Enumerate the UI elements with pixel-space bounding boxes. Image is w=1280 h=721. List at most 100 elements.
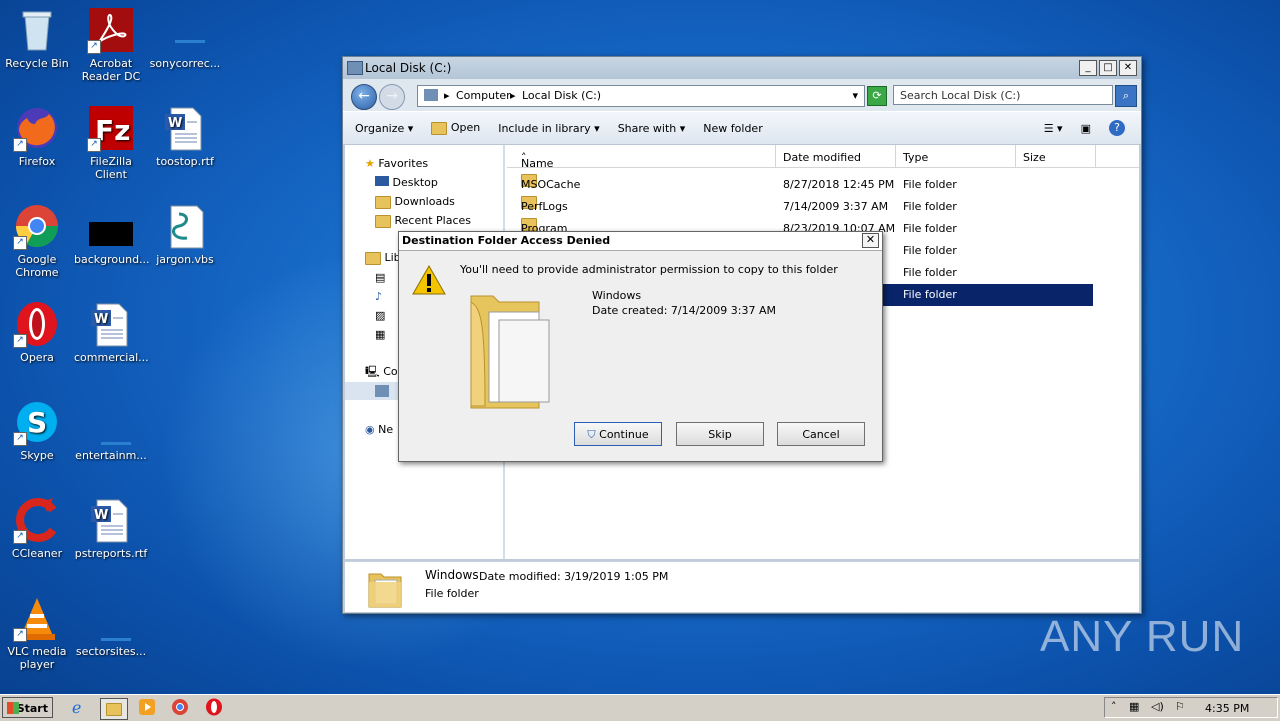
dialog-message: You'll need to provide administrator per… (460, 263, 838, 276)
taskbar: Start ℯ ˄ ▦ ◁) ⚐ 4:35 PM (0, 694, 1280, 721)
ccleaner-icon: ↗ (13, 496, 61, 544)
desktop-icon-vlc[interactable]: ↗ VLC media player (0, 594, 74, 671)
search-input[interactable]: Search Local Disk (C:) (893, 85, 1113, 105)
file-row[interactable]: MSOCache 8/27/2018 12:45 PM File folder (507, 174, 1137, 196)
music-library-icon[interactable]: ♪ (375, 290, 382, 303)
drive-icon (375, 385, 389, 397)
internet-explorer-icon[interactable]: ℯ (72, 698, 92, 718)
volume-icon[interactable]: ◁) (1151, 700, 1164, 713)
close-button[interactable]: ✕ (1119, 60, 1137, 76)
svg-text:W: W (168, 116, 182, 131)
include-in-library-button[interactable]: Include in library ▾ (498, 122, 599, 135)
start-button[interactable]: Start (2, 697, 53, 718)
desktop-icon-label: jargon.vbs (156, 253, 214, 266)
column-headers: Name ˄ Date modified Type Size (507, 145, 1139, 170)
forward-button[interactable]: → (379, 84, 405, 110)
desktop-icon-jargon[interactable]: jargon.vbs (148, 202, 222, 266)
details-name: Windows (425, 568, 479, 582)
network-item[interactable]: ◉ Ne (365, 423, 393, 436)
videos-library-icon[interactable]: ▦ (375, 328, 385, 341)
network-tray-icon[interactable]: ▦ (1129, 700, 1139, 713)
breadcrumb-separator: ▸ (444, 89, 450, 102)
breadcrumb-computer[interactable]: Computer (456, 89, 511, 102)
column-header-date[interactable]: Date modified (783, 151, 861, 164)
views-icon[interactable]: ☰ ▾ (1044, 122, 1063, 135)
back-button[interactable]: ← (351, 84, 377, 110)
explorer-titlebar[interactable]: Local Disk (C:) _ □ ✕ (343, 57, 1141, 79)
desktop-item[interactable]: Desktop (375, 176, 438, 189)
windows-logo-icon (7, 702, 19, 714)
file-type: File folder (903, 200, 957, 213)
search-icon[interactable]: ⌕ (1115, 85, 1137, 107)
dialog-title: Destination Folder Access Denied (402, 234, 611, 247)
downloads-item[interactable]: Downloads (375, 195, 455, 209)
refresh-icon[interactable]: ⟳ (867, 86, 887, 106)
action-center-flag-icon[interactable]: ⚐ (1175, 700, 1185, 713)
blank-file-icon (87, 398, 135, 446)
drive-icon (347, 61, 363, 75)
column-header-name[interactable]: Name ˄ (521, 151, 553, 170)
desktop-icon-opera[interactable]: ↗ Opera (0, 300, 74, 364)
column-header-size[interactable]: Size (1023, 151, 1046, 164)
details-kind: File folder (425, 587, 479, 600)
desktop-icon-recycle-bin[interactable]: Recycle Bin (0, 6, 74, 70)
minimize-button[interactable]: _ (1079, 60, 1097, 76)
new-folder-button[interactable]: New folder (703, 122, 762, 135)
favorites-item[interactable]: ★ Favorites (365, 157, 428, 170)
system-tray: ˄ ▦ ◁) ⚐ 4:35 PM (1104, 697, 1278, 718)
shortcut-arrow-icon: ↗ (87, 40, 101, 54)
libraries-item[interactable]: Lib (365, 251, 401, 265)
file-row-selected[interactable]: File folder (883, 284, 1093, 306)
explorer-title: Local Disk (C:) (365, 61, 452, 75)
desktop-icon-acrobat[interactable]: ↗ Acrobat Reader DC (74, 6, 148, 83)
cancel-button[interactable]: Cancel (777, 422, 865, 446)
desktop-icon-label: entertainm... (75, 449, 147, 462)
desktop-icon-sonycorrec[interactable]: sonycorrec... (148, 6, 222, 70)
desktop-icon (375, 176, 389, 186)
address-dropdown-icon[interactable]: ▾ (852, 89, 858, 102)
pictures-library-icon[interactable]: ▨ (375, 309, 385, 322)
desktop-icon-firefox[interactable]: ↗ Firefox (0, 104, 74, 168)
breadcrumb-local-disk[interactable]: Local Disk (C:) (522, 89, 601, 102)
desktop-icon-filezilla[interactable]: Fz ↗ FileZilla Client (74, 104, 148, 181)
desktop-icon-background[interactable]: background... (74, 202, 150, 266)
maximize-button[interactable]: □ (1099, 60, 1117, 76)
vlc-icon: ↗ (13, 594, 61, 642)
explorer-taskbar-button[interactable] (100, 698, 128, 720)
clock[interactable]: 4:35 PM (1205, 702, 1249, 715)
star-icon: ★ (365, 157, 375, 170)
open-button[interactable]: Open (431, 121, 480, 135)
desktop-icon-ccleaner[interactable]: ↗ CCleaner (0, 496, 74, 560)
desktop-icon-entertainm[interactable]: entertainm... (74, 398, 148, 462)
desktop-icon-commercial[interactable]: W commercial... (74, 300, 149, 364)
computer-item[interactable]: 🖳 Co (365, 363, 398, 382)
column-header-type[interactable]: Type (903, 151, 928, 164)
organize-button[interactable]: Organize ▾ (355, 122, 413, 135)
dialog-titlebar[interactable]: Destination Folder Access Denied ✕ (399, 232, 882, 251)
desktop-icon-toostop[interactable]: W toostop.rtf (148, 104, 222, 168)
desktop-icon-label: pstreports.rtf (74, 547, 148, 560)
continue-button[interactable]: ⛉ Continue (574, 422, 662, 446)
documents-library-icon[interactable]: ▤ (375, 271, 385, 284)
desktop-icon-skype[interactable]: S ↗ Skype (0, 398, 74, 462)
file-row[interactable]: PerfLogs 7/14/2009 3:37 AM File folder (507, 196, 1137, 218)
tray-expand-icon[interactable]: ˄ (1111, 700, 1117, 713)
media-player-icon[interactable] (138, 698, 158, 718)
dialog-close-button[interactable]: ✕ (862, 233, 879, 248)
desktop-icon-chrome[interactable]: ↗ Google Chrome (0, 202, 74, 279)
desktop-icon-pstreports[interactable]: W pstreports.rtf (74, 496, 148, 560)
chrome-taskbar-icon[interactable] (171, 698, 191, 718)
svg-text:W: W (94, 312, 108, 327)
skip-button[interactable]: Skip (676, 422, 764, 446)
blank-file-icon (87, 594, 135, 642)
word-document-icon: W (87, 300, 135, 348)
shortcut-arrow-icon: ↗ (13, 334, 27, 348)
recent-places-item[interactable]: Recent Places (375, 214, 471, 228)
desktop-icon-sectorsites[interactable]: sectorsites... (74, 594, 148, 658)
share-with-button[interactable]: Share with ▾ (618, 122, 686, 135)
help-icon[interactable]: ? (1109, 120, 1125, 136)
acrobat-icon: ↗ (87, 6, 135, 54)
preview-pane-icon[interactable]: ▣ (1081, 122, 1091, 135)
opera-taskbar-icon[interactable] (205, 698, 225, 718)
address-bar[interactable]: ▸ Computer ▸ Local Disk (C:) ▾ (417, 85, 865, 107)
